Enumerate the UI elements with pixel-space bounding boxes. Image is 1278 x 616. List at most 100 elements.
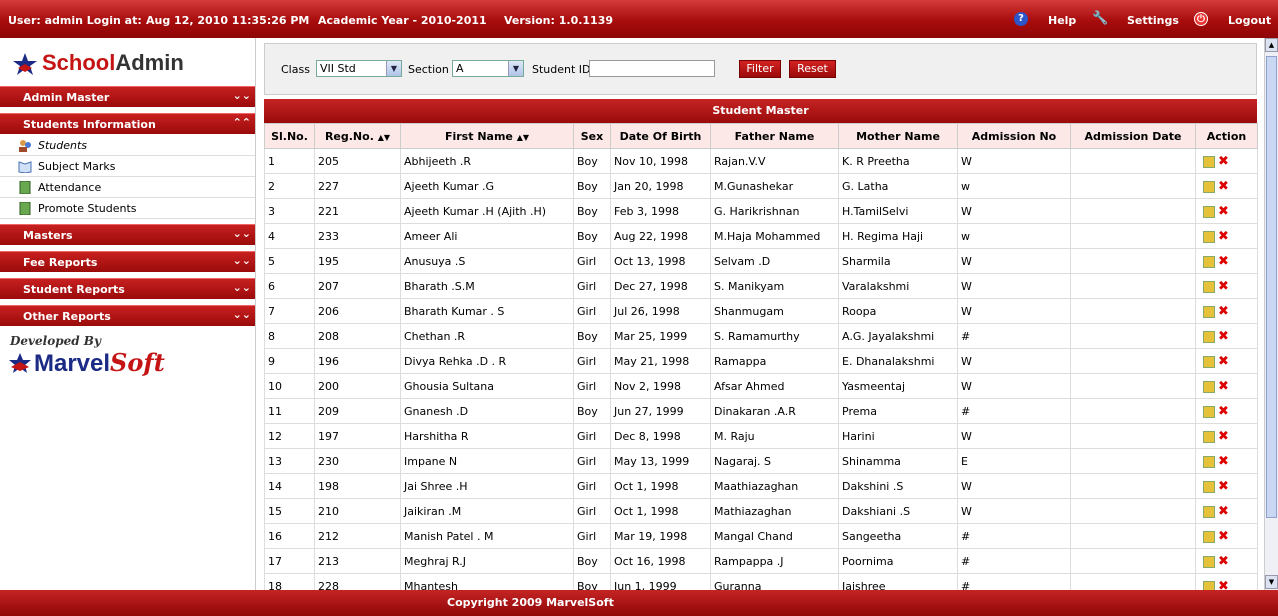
section-select[interactable]: A ▼ xyxy=(452,60,524,77)
table-row[interactable]: 4 233 Ameer Ali Boy Aug 22, 1998 M.Haja Moham… xyxy=(264,223,1258,249)
scrollbar-thumb[interactable] xyxy=(1266,56,1277,518)
edit-icon[interactable] xyxy=(1203,380,1215,393)
menu-masters-label: Masters xyxy=(23,229,73,242)
edit-icon[interactable] xyxy=(1203,405,1215,418)
filter-button[interactable]: Filter xyxy=(739,60,781,78)
sidebar-item-attendance[interactable]: Attendance xyxy=(0,177,255,198)
col-header-admission-no[interactable]: Admission No xyxy=(957,123,1071,149)
delete-icon[interactable]: ✖ xyxy=(1218,255,1229,268)
settings-wrench-icon[interactable]: 🔧 xyxy=(1092,12,1108,26)
table-row[interactable]: 8 208 Chethan .R Boy Mar 25, 1999 S. Ramamurt… xyxy=(264,323,1258,349)
delete-icon[interactable]: ✖ xyxy=(1218,380,1229,393)
edit-icon[interactable] xyxy=(1203,555,1215,568)
table-cell: Girl xyxy=(573,498,611,524)
col-header-date-of-birth[interactable]: Date Of Birth xyxy=(610,123,711,149)
table-cell xyxy=(1070,348,1196,374)
col-header-first-name[interactable]: First Name ▲▼ xyxy=(400,123,574,149)
col-header-sex[interactable]: Sex xyxy=(573,123,611,149)
table-cell: Oct 1, 1998 xyxy=(610,498,711,524)
col-header-regno[interactable]: Reg.No. ▲▼ xyxy=(314,123,401,149)
table-row[interactable]: 12 197 Harshitha R Girl Dec 8, 1998 M. Raju Ha… xyxy=(264,423,1258,449)
table-row[interactable]: 9 196 Divya Rehka .D . R Girl May 21, 1998 Ra… xyxy=(264,348,1258,374)
table-row[interactable]: 6 207 Bharath .S.M Girl Dec 27, 1998 S. Manik… xyxy=(264,273,1258,299)
table-row[interactable]: 17 213 Meghraj R.J Boy Oct 16, 1998 Rampappa … xyxy=(264,548,1258,574)
edit-icon[interactable] xyxy=(1203,280,1215,293)
table-row[interactable]: 16 212 Manish Patel . M Girl Mar 19, 1998 Man… xyxy=(264,523,1258,549)
table-cell: # xyxy=(957,548,1071,574)
delete-icon[interactable]: ✖ xyxy=(1218,405,1229,418)
table-row[interactable]: 3 221 Ajeeth Kumar .H (Ajith .H) Boy Feb 3, … xyxy=(264,198,1258,224)
table-row[interactable]: 11 209 Gnanesh .D Boy Jun 27, 1999 Dinakaran … xyxy=(264,398,1258,424)
table-cell: W xyxy=(957,148,1071,174)
table-cell xyxy=(1070,173,1196,199)
scroll-down-arrow-icon[interactable]: ▼ xyxy=(1265,575,1278,589)
soft-text: Soft xyxy=(110,348,165,377)
delete-icon[interactable]: ✖ xyxy=(1218,555,1229,568)
edit-icon[interactable] xyxy=(1203,205,1215,218)
delete-icon[interactable]: ✖ xyxy=(1218,280,1229,293)
table-cell: Ameer Ali xyxy=(400,223,574,249)
table-cell: Mar 19, 1998 xyxy=(610,523,711,549)
edit-icon[interactable] xyxy=(1203,180,1215,193)
table-row[interactable]: 14 198 Jai Shree .H Girl Oct 1, 1998 Maathiaz… xyxy=(264,473,1258,499)
action-cell: ✖ xyxy=(1195,473,1258,499)
scroll-up-arrow-icon[interactable]: ▲ xyxy=(1265,38,1278,52)
help-icon[interactable]: ? xyxy=(1014,12,1028,26)
edit-icon[interactable] xyxy=(1203,430,1215,443)
delete-icon[interactable]: ✖ xyxy=(1218,430,1229,443)
table-row[interactable]: 1 205 Abhijeeth .R Boy Nov 10, 1998 Rajan.V.V… xyxy=(264,148,1258,174)
delete-icon[interactable]: ✖ xyxy=(1218,180,1229,193)
edit-icon[interactable] xyxy=(1203,305,1215,318)
menu-fee-reports[interactable]: Fee Reports ⌄⌄ xyxy=(0,251,255,272)
help-link[interactable]: Help xyxy=(1048,14,1076,27)
class-select[interactable]: VII Std ▼ xyxy=(316,60,402,77)
delete-icon[interactable]: ✖ xyxy=(1218,205,1229,218)
edit-icon[interactable] xyxy=(1203,330,1215,343)
delete-icon[interactable]: ✖ xyxy=(1218,305,1229,318)
edit-icon[interactable] xyxy=(1203,255,1215,268)
table-cell: Divya Rehka .D . R xyxy=(400,348,574,374)
table-cell xyxy=(1070,448,1196,474)
table-row[interactable]: 10 200 Ghousia Sultana Girl Nov 2, 1998 Afsar… xyxy=(264,373,1258,399)
delete-icon[interactable]: ✖ xyxy=(1218,530,1229,543)
menu-admin-master[interactable]: Admin Master ⌄⌄ xyxy=(0,86,255,107)
edit-icon[interactable] xyxy=(1203,480,1215,493)
dropdown-arrow-icon: ▼ xyxy=(386,61,401,76)
student-id-input[interactable] xyxy=(589,60,715,77)
delete-icon[interactable]: ✖ xyxy=(1218,330,1229,343)
edit-icon[interactable] xyxy=(1203,455,1215,468)
col-header-mother-name[interactable]: Mother Name xyxy=(838,123,958,149)
settings-link[interactable]: Settings xyxy=(1127,14,1179,27)
book-icon xyxy=(18,161,32,173)
delete-icon[interactable]: ✖ xyxy=(1218,355,1229,368)
delete-icon[interactable]: ✖ xyxy=(1218,455,1229,468)
menu-other-reports[interactable]: Other Reports ⌄⌄ xyxy=(0,305,255,326)
table-row[interactable]: 13 230 Impane N Girl May 13, 1999 Nagaraj. SS… xyxy=(264,448,1258,474)
table-row[interactable]: 5 195 Anusuya .S Girl Oct 13, 1998 Selvam .D S… xyxy=(264,248,1258,274)
col-header-slno[interactable]: Sl.No. xyxy=(264,123,315,149)
delete-icon[interactable]: ✖ xyxy=(1218,480,1229,493)
table-row[interactable]: 7 206 Bharath Kumar . S Girl Jul 26, 1998 Sha… xyxy=(264,298,1258,324)
table-row[interactable]: 15 210 Jaikiran .M Girl Oct 1, 1998 Mathiazag… xyxy=(264,498,1258,524)
edit-icon[interactable] xyxy=(1203,155,1215,168)
table-row[interactable]: 2 227 Ajeeth Kumar .G Boy Jan 20, 1998 M.Guna… xyxy=(264,173,1258,199)
sidebar-item-students[interactable]: Students xyxy=(0,135,255,156)
logout-power-icon[interactable]: ⏻ xyxy=(1194,12,1208,26)
menu-students-information[interactable]: Students Information ⌃⌃ xyxy=(0,113,255,134)
logout-link[interactable]: Logout xyxy=(1228,14,1271,27)
delete-icon[interactable]: ✖ xyxy=(1218,505,1229,518)
edit-icon[interactable] xyxy=(1203,230,1215,243)
menu-student-reports[interactable]: Student Reports ⌄⌄ xyxy=(0,278,255,299)
delete-icon[interactable]: ✖ xyxy=(1218,230,1229,243)
sidebar-item-subject-marks[interactable]: Subject Marks xyxy=(0,156,255,177)
edit-icon[interactable] xyxy=(1203,505,1215,518)
sidebar-item-promote-students[interactable]: Promote Students xyxy=(0,198,255,219)
col-header-father-name[interactable]: Father Name xyxy=(710,123,839,149)
delete-icon[interactable]: ✖ xyxy=(1218,155,1229,168)
edit-icon[interactable] xyxy=(1203,530,1215,543)
col-header-admission-date[interactable]: Admission Date xyxy=(1070,123,1196,149)
vertical-scrollbar[interactable]: ▲ ▼ xyxy=(1264,38,1278,590)
reset-button[interactable]: Reset xyxy=(789,60,836,78)
edit-icon[interactable] xyxy=(1203,355,1215,368)
menu-masters[interactable]: Masters ⌄⌄ xyxy=(0,224,255,245)
